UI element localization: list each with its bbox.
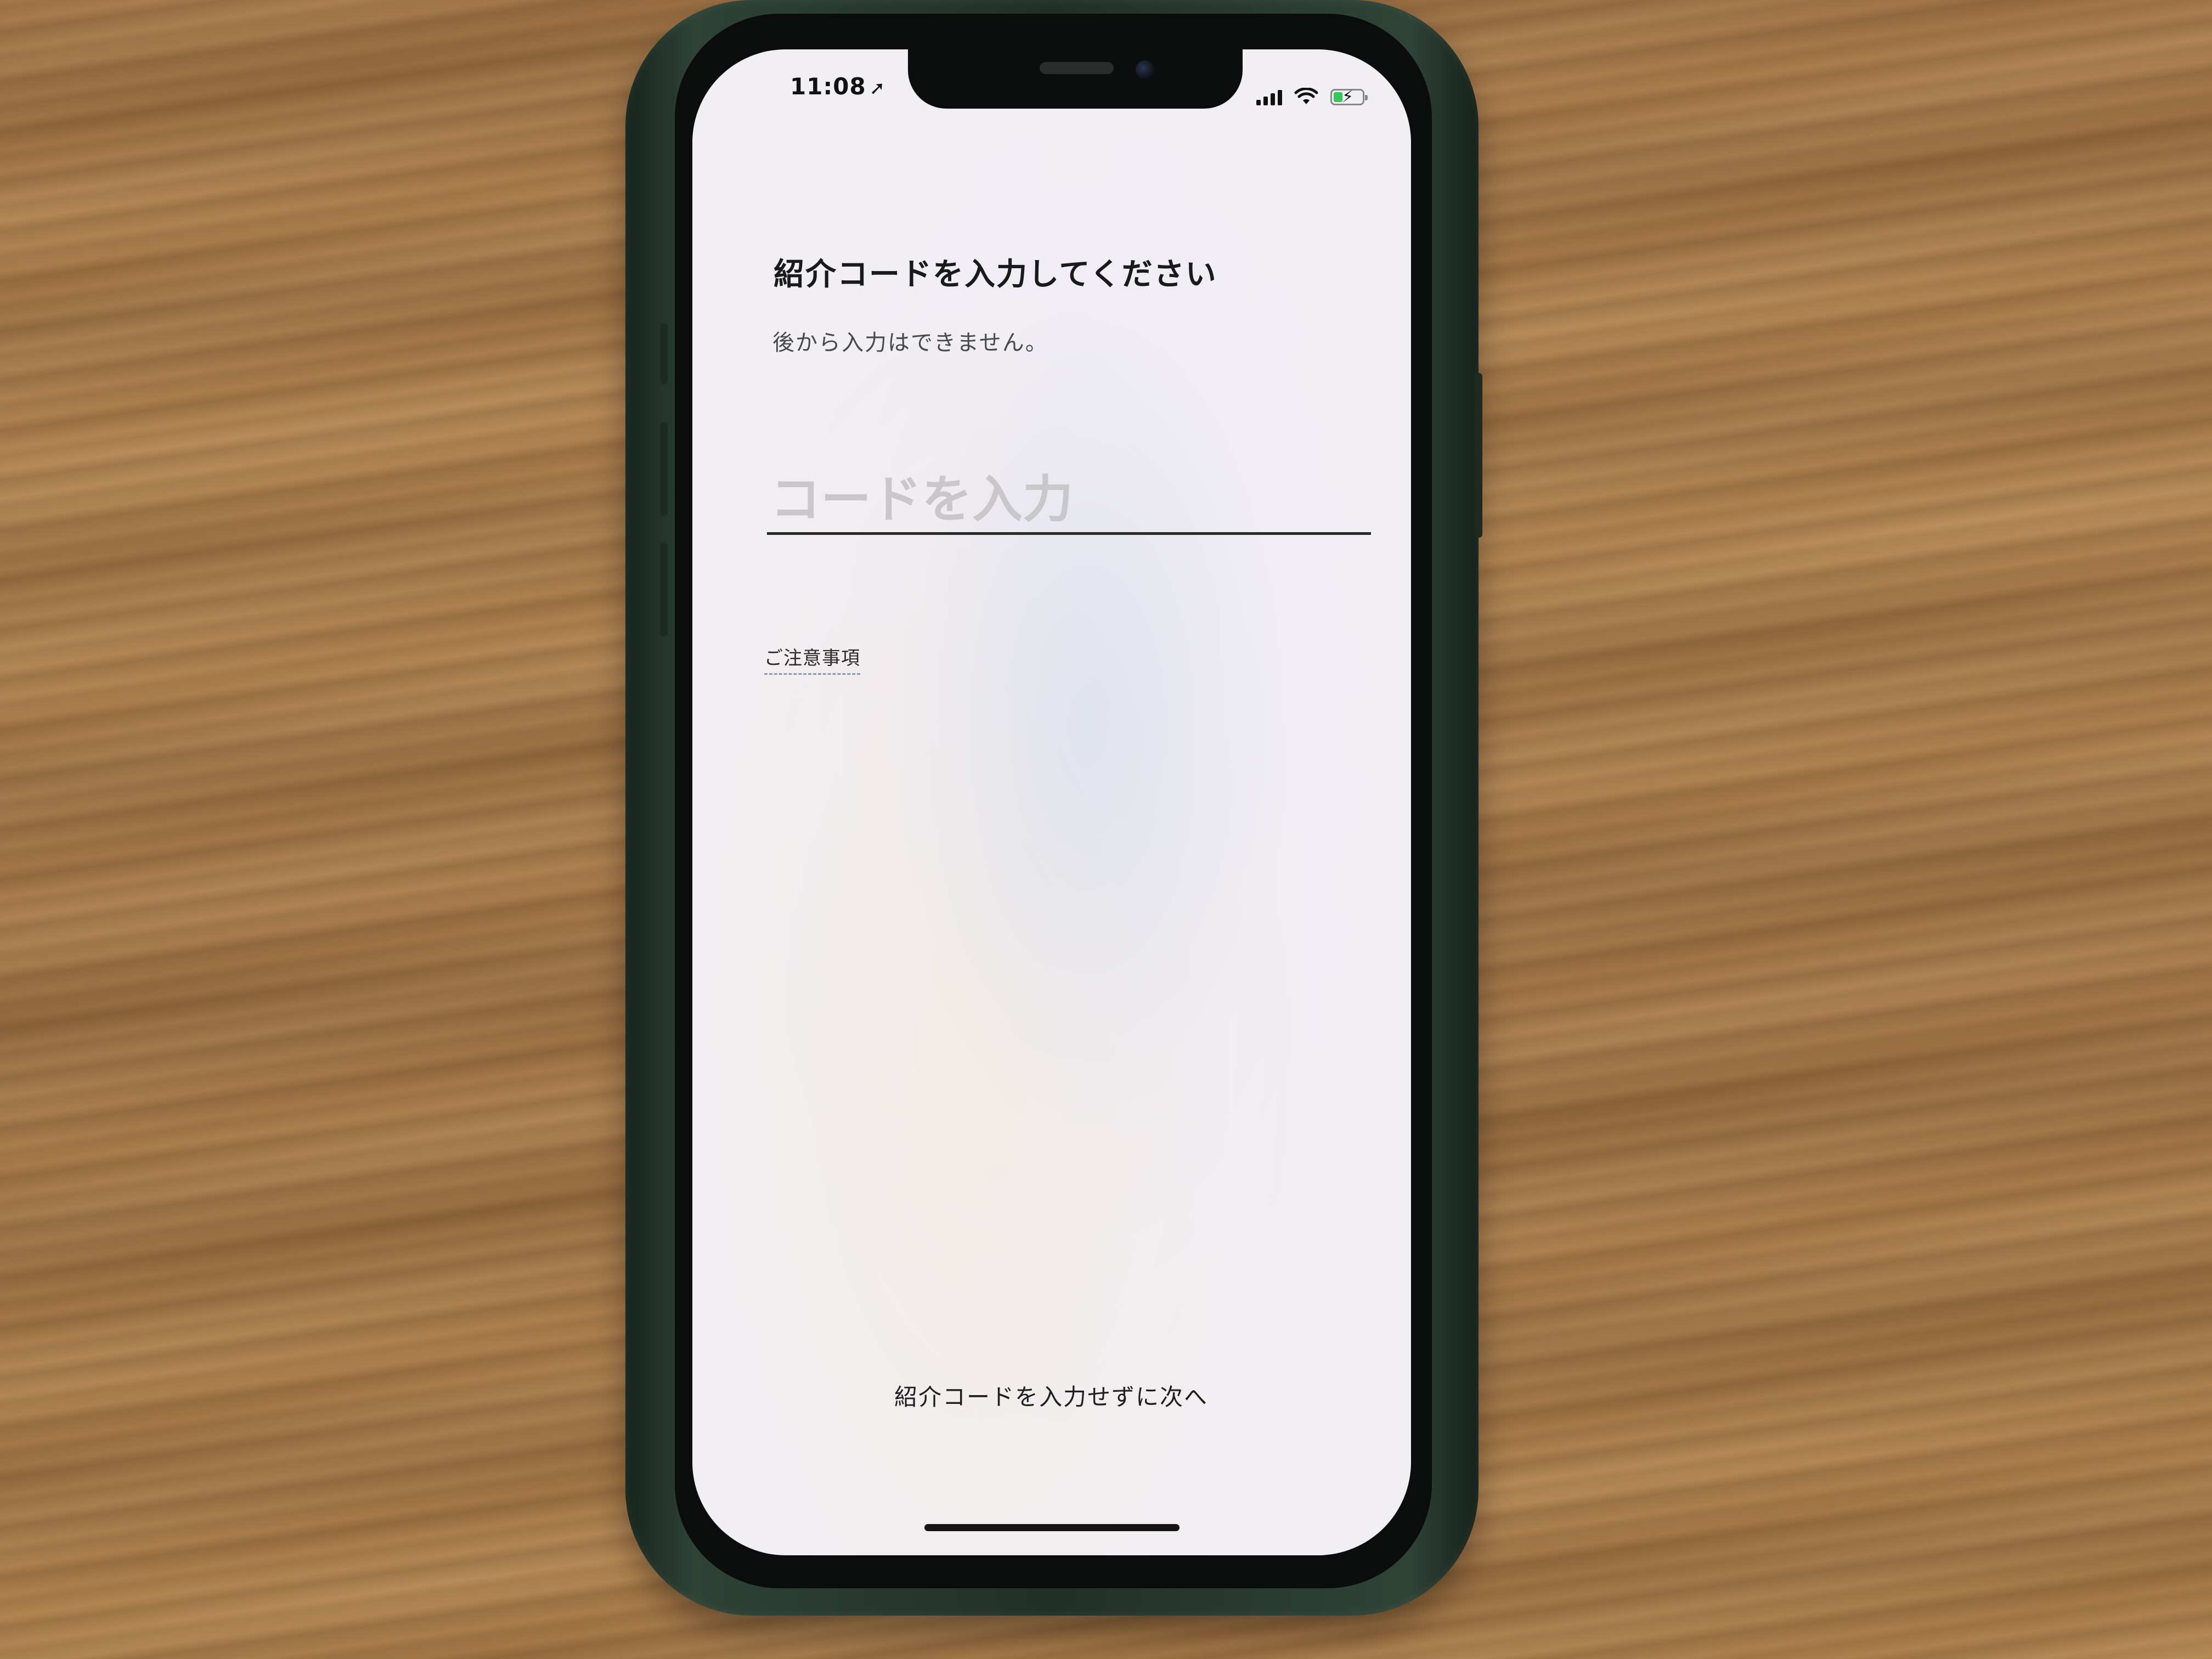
volume-up-button [660, 422, 668, 516]
location-arrow-icon: ➚ [869, 77, 886, 99]
status-bar-icons: ⚡ [1256, 87, 1368, 106]
speaker-grille [1040, 62, 1114, 74]
power-button [1475, 373, 1482, 538]
referral-code-input[interactable] [767, 466, 1371, 535]
cellular-signal-icon [1256, 90, 1282, 105]
battery-level-fill [1334, 92, 1342, 102]
skip-without-code-link[interactable]: 紹介コードを入力せずに次へ [894, 1379, 1208, 1412]
notice-link[interactable]: ご注意事項 [764, 643, 860, 675]
battery-nub [1365, 95, 1368, 100]
notch [908, 48, 1243, 109]
charging-bolt-icon: ⚡ [1342, 87, 1354, 106]
battery-charging-icon: ⚡ [1330, 87, 1368, 106]
page-title: 紹介コードを入力してください [774, 257, 1217, 292]
page-subtitle: 後から入力はできません。 [772, 330, 1048, 356]
home-indicator[interactable] [924, 1524, 1180, 1531]
front-camera [1136, 60, 1154, 79]
status-bar-time: 11:08 ➚ [790, 73, 885, 100]
volume-down-button [660, 543, 668, 636]
wifi-icon [1294, 88, 1318, 104]
mute-switch [660, 324, 668, 384]
status-time-text: 11:08 [790, 73, 866, 100]
